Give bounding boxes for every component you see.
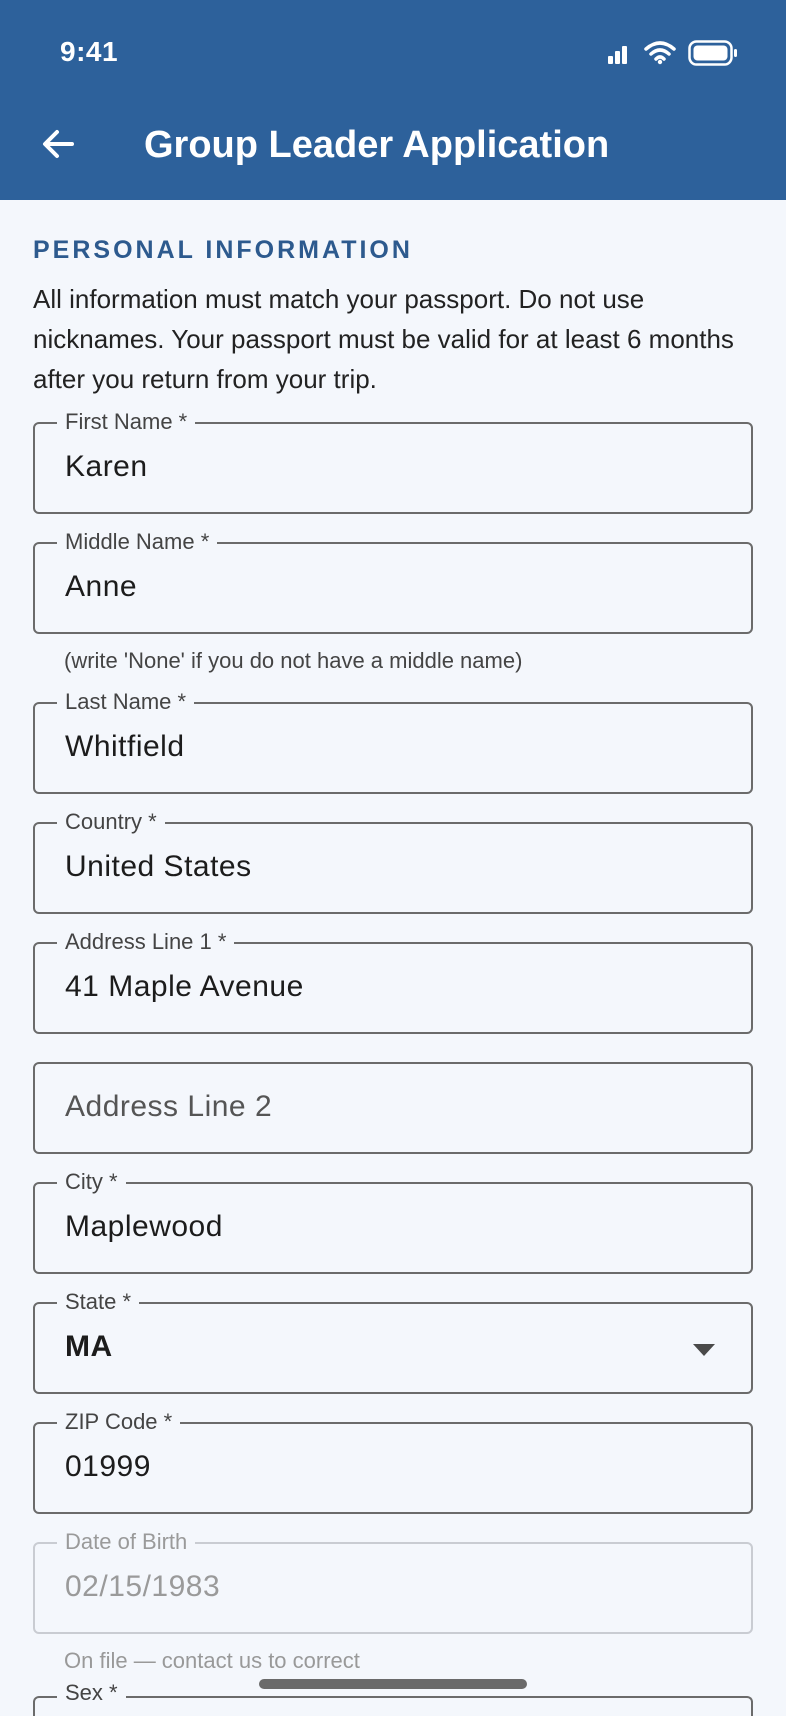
signal-icon (608, 42, 632, 69)
section-intro: All information must match your passport… (33, 284, 734, 394)
state-select[interactable]: State * MA (33, 1288, 753, 1394)
form-section: PERSONAL INFORMATION All information mus… (33, 200, 753, 399)
page-title: Group Leader Application (144, 124, 610, 166)
date-of-birth-value: 02/15/1983 (65, 1570, 221, 1603)
date-of-birth-label: Date of Birth (57, 1528, 196, 1556)
middle-name-field[interactable]: Middle Name * Anne (33, 528, 753, 634)
middle-name-helper: (write 'None' if you do not have a middl… (64, 648, 523, 673)
first-name-field[interactable]: First Name * Karen (33, 408, 753, 514)
status-icons (608, 40, 738, 71)
city-value: Maplewood (65, 1210, 223, 1243)
section-heading: PERSONAL INFORMATION (33, 236, 413, 264)
back-button[interactable] (34, 122, 82, 170)
last-name-field[interactable]: Last Name * Whitfield (33, 688, 753, 794)
zip-code-field[interactable]: ZIP Code * 01999 (33, 1408, 753, 1514)
last-name-value: Whitfield (65, 730, 185, 763)
date-of-birth-field: Date of Birth 02/15/1983 (33, 1528, 753, 1634)
country-label: Country * (57, 808, 165, 836)
middle-name-value: Anne (65, 570, 138, 603)
address-line-1-value: 41 Maple Avenue (65, 970, 304, 1003)
city-field[interactable]: City * Maplewood (33, 1168, 753, 1274)
zip-code-value: 01999 (65, 1450, 151, 1483)
app-bar: 9:41 Group Leader Application (0, 0, 786, 200)
city-label: City * (57, 1168, 126, 1196)
back-arrow-icon (40, 126, 76, 167)
sex-label: Sex * (57, 1680, 126, 1706)
address-line-2-field[interactable]: Address Line 2 (33, 1062, 753, 1154)
zip-code-label: ZIP Code * (57, 1408, 181, 1436)
country-field[interactable]: Country * United States (33, 808, 753, 914)
state-label: State * (57, 1288, 140, 1316)
battery-icon (688, 40, 738, 71)
country-value: United States (65, 850, 252, 883)
last-name-label: Last Name * (57, 688, 195, 716)
status-time: 9:41 (60, 36, 119, 67)
dropdown-arrow-icon (693, 1344, 715, 1356)
first-name-label: First Name * (57, 408, 196, 436)
address-line-1-label: Address Line 1 * (57, 928, 235, 956)
first-name-value: Karen (65, 450, 148, 483)
state-value: MA (65, 1330, 113, 1363)
middle-name-label: Middle Name * (57, 528, 218, 556)
date-of-birth-helper: On file — contact us to correct (64, 1648, 360, 1673)
address-line-2-placeholder: Address Line 2 (65, 1090, 273, 1123)
wifi-icon (644, 41, 676, 70)
sex-field[interactable]: Sex * (33, 1680, 753, 1716)
home-indicator[interactable] (259, 1679, 527, 1689)
address-line-1-field[interactable]: Address Line 1 * 41 Maple Avenue (33, 928, 753, 1034)
